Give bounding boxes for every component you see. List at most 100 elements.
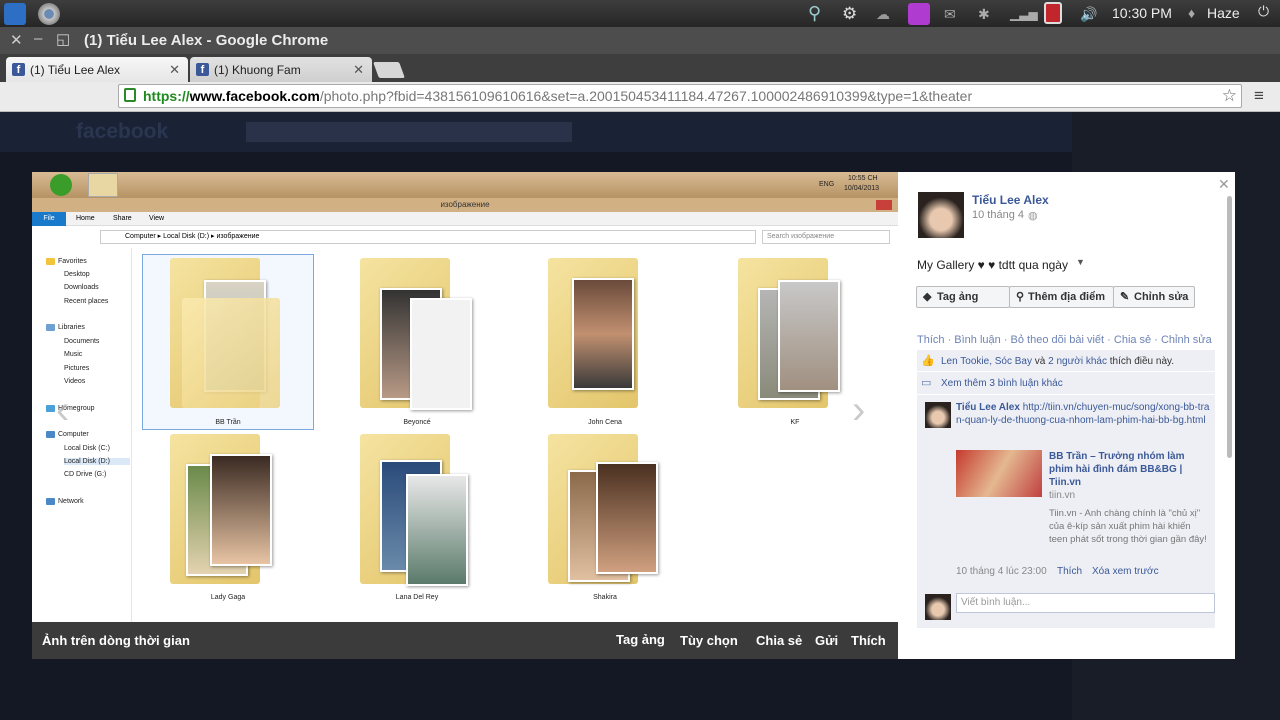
system-top-bar: ⚲ ⚙ ☁ ✉ ✱ ▁▃▅ 🔊 10:30 PM ♦ Haze ⏻	[0, 0, 1280, 27]
gear-icon[interactable]: ⚙	[842, 3, 864, 25]
folder-label: Lana Del Rey	[395, 594, 439, 601]
tab-khuong-fam[interactable]: f (1) Khuong Fam ✕	[190, 57, 372, 82]
view-more-comments[interactable]: Xem thêm 3 bình luận khác	[941, 378, 1063, 389]
minimize-window-icon[interactable]: –	[34, 30, 42, 47]
favorites-icon	[46, 258, 55, 265]
comment-body: Tiểu Lee Alex http://tiin.vn/chuyen-muc/…	[956, 401, 1210, 427]
search-icon[interactable]: ⚲	[808, 3, 830, 25]
photo[interactable]: ENG 10:55 CH 10/04/2013 изображение File…	[32, 172, 898, 622]
bookmark-star-icon[interactable]: ☆	[1222, 85, 1237, 107]
volume-icon[interactable]: 🔊	[1080, 3, 1102, 25]
user-icon[interactable]: ♦	[1188, 5, 1195, 21]
post-options-chevron-icon[interactable]: ▼	[1076, 257, 1085, 267]
nav-documents: Documents	[64, 338, 100, 345]
folder-icon	[88, 173, 118, 197]
close-viewer-icon[interactable]: ✕	[1218, 176, 1230, 193]
window-title-bar: ✕ – ◱ (1) Tiểu Lee Alex - Google Chrome	[0, 27, 1280, 54]
comment-author[interactable]: Tiểu Lee Alex	[956, 402, 1020, 413]
comment-time[interactable]: 10 tháng 4 lúc 23:00	[956, 566, 1047, 577]
ribbon-share: Share	[113, 215, 132, 222]
app-icon	[50, 174, 72, 196]
address-bar[interactable]: https://www.facebook.com/photo.php?fbid=…	[118, 84, 1242, 108]
options-button[interactable]: Tùy chọn	[680, 633, 738, 648]
comments-block: 👍 Len Tookie, Sóc Bay và 2 người khác th…	[917, 350, 1215, 588]
comment-bubble-icon: ▭	[921, 377, 932, 389]
share-title[interactable]: BB Trần – Trưởng nhóm làm phim hài đình …	[1049, 450, 1209, 489]
comment-input[interactable]: Viết bình luận...	[956, 593, 1215, 613]
edit-button[interactable]: ✎ Chỉnh sửa	[1113, 286, 1195, 308]
new-tab-button[interactable]	[373, 62, 405, 78]
explorer-title: изображение	[440, 200, 490, 209]
close-tab-icon[interactable]: ✕	[169, 62, 180, 78]
app-menu-icon[interactable]	[4, 3, 26, 25]
share-thumbnail[interactable]	[956, 450, 1042, 497]
folder-shakira	[538, 434, 658, 584]
remove-preview-link[interactable]: Xóa xem trước	[1092, 566, 1159, 577]
nav-music: Music	[64, 351, 83, 358]
ribbon-home: Home	[76, 215, 95, 222]
facebook-logo[interactable]: facebook	[76, 120, 168, 144]
power-icon[interactable]: ⏻	[1258, 3, 1269, 20]
pen-icon[interactable]	[908, 3, 930, 25]
likes-tail: thích điều này.	[1109, 356, 1175, 367]
comment-composer: Viết bình luận...	[917, 588, 1215, 628]
send-button[interactable]: Gửi	[815, 633, 838, 648]
libraries-icon	[46, 324, 55, 331]
nav-libraries: Libraries	[58, 324, 85, 331]
chrome-icon[interactable]	[38, 3, 60, 25]
like-thumb-icon: 👍	[921, 355, 935, 367]
close-tab-icon[interactable]: ✕	[353, 62, 364, 78]
likes-summary: Len Tookie, Sóc Bay và 2 người khác thíc…	[941, 356, 1174, 367]
facebook-favicon-icon: f	[196, 63, 209, 76]
photo-viewer: ENG 10:55 CH 10/04/2013 изображение File…	[32, 172, 898, 659]
folder-label: John Cena	[588, 419, 622, 426]
battery-icon[interactable]	[1044, 2, 1062, 24]
like-button[interactable]: Thích	[851, 633, 886, 648]
signal-icon[interactable]: ▁▃▅	[1010, 3, 1038, 25]
fb-search-input[interactable]	[246, 122, 572, 142]
privacy-icon: ◍	[1028, 210, 1038, 222]
cloud-icon[interactable]: ☁	[876, 3, 898, 25]
user-name[interactable]: Haze	[1207, 5, 1240, 21]
tab-label: (1) Tiểu Lee Alex	[30, 63, 121, 77]
tag-photo-label: Tag ảng	[937, 291, 979, 303]
folder-bb-tran	[160, 258, 280, 408]
share-button[interactable]: Chia sẻ	[756, 633, 802, 648]
nav-recent: Recent places	[64, 298, 109, 305]
folder-label: BB Trần	[215, 419, 241, 426]
photo-caption: Ảnh trên dòng thời gian	[42, 633, 190, 648]
post-actions[interactable]: Thích · Bình luận · Bỏ theo dõi bài viết…	[917, 334, 1212, 346]
tag-photo-side-button[interactable]: ◆ Tag ảng	[916, 286, 1010, 308]
nav-downloads: Downloads	[64, 284, 99, 291]
tag-icon: ◆	[923, 291, 932, 303]
prev-photo-icon[interactable]: ‹	[56, 388, 69, 433]
location-pin-icon: ⚲	[1016, 291, 1025, 303]
my-avatar	[925, 594, 951, 620]
maximize-window-icon[interactable]: ◱	[56, 30, 70, 48]
share-description: Tiin.vn - Anh chàng chính là "chủ xị" củ…	[1049, 508, 1207, 545]
author-avatar[interactable]	[918, 192, 964, 238]
clock[interactable]: 10:30 PM	[1112, 5, 1172, 21]
menu-icon[interactable]: ≡	[1254, 86, 1264, 106]
bluetooth-icon[interactable]: ✱	[978, 3, 1000, 25]
author-name[interactable]: Tiểu Lee Alex	[972, 193, 1049, 207]
comment-like-link[interactable]: Thích	[1057, 566, 1082, 577]
win-date: 10/04/2013	[844, 185, 880, 192]
nav-videos: Videos	[64, 378, 86, 385]
next-photo-icon[interactable]: ›	[852, 388, 865, 433]
sidebar-scrollbar[interactable]	[1227, 196, 1232, 458]
close-window-icon[interactable]: ✕	[10, 31, 23, 49]
likes-more-link[interactable]: 2 người khác	[1048, 356, 1107, 367]
likers-link[interactable]: Len Tookie, Sóc Bay	[941, 356, 1032, 367]
folder-label: Shakira	[593, 594, 617, 601]
ribbon-view: View	[149, 215, 165, 222]
add-location-button[interactable]: ⚲ Thêm địa điểm	[1009, 286, 1114, 308]
commenter-avatar[interactable]	[925, 402, 951, 428]
post-date[interactable]: 10 tháng 4	[972, 209, 1024, 221]
add-location-label: Thêm địa điểm	[1028, 291, 1106, 303]
toolbar: https://www.facebook.com/photo.php?fbid=…	[0, 82, 1280, 112]
tab-tieu-lee-alex[interactable]: f (1) Tiểu Lee Alex ✕	[6, 57, 188, 82]
tag-photo-button[interactable]: Tag ảng	[616, 632, 665, 647]
nav-pictures: Pictures	[64, 365, 90, 372]
mail-icon[interactable]: ✉	[944, 3, 966, 25]
